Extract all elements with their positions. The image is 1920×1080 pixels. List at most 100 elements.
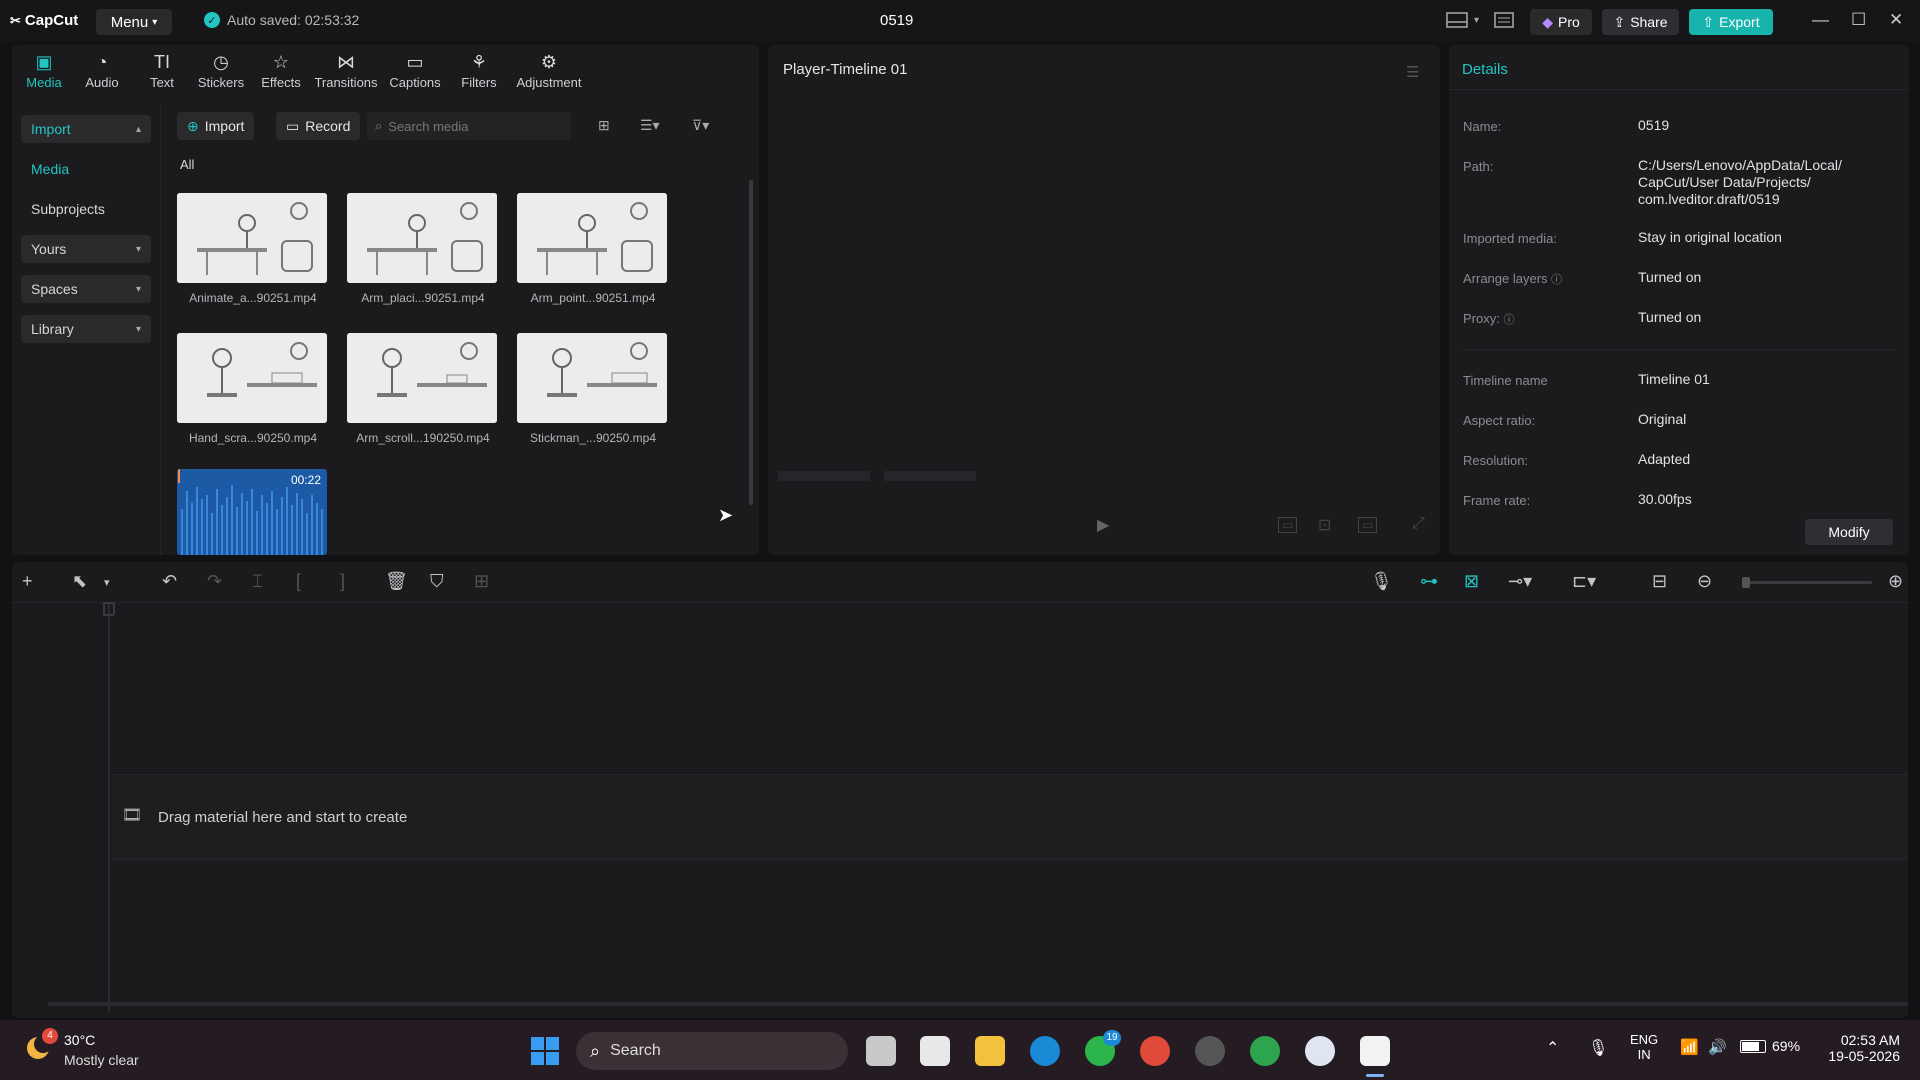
media-item[interactable]: Arm_placi...90251.mp4 xyxy=(347,193,499,305)
grid-view-icon[interactable]: ⊞ xyxy=(598,117,610,134)
chevron-up-icon[interactable]: ⌃ xyxy=(1546,1038,1559,1058)
media-item[interactable]: Arm_scroll...190250.mp4 xyxy=(347,333,499,445)
record-button[interactable]: ▭ Record xyxy=(276,112,361,140)
play-icon[interactable]: ▶ xyxy=(1097,515,1109,535)
detail-label: Resolution: xyxy=(1463,453,1529,468)
player-menu-icon[interactable]: ☰ xyxy=(1406,63,1419,81)
media-item[interactable]: Arm_point...90251.mp4 xyxy=(517,193,669,305)
link-icon[interactable]: ⊸▾ xyxy=(1508,571,1532,592)
tab-filters[interactable]: ⚘ Filters xyxy=(449,51,509,97)
sidebar-item-import[interactable]: Import ▴ xyxy=(21,115,151,143)
tab-text[interactable]: TI Text xyxy=(133,51,191,97)
tab-media[interactable]: ▣ Media xyxy=(17,51,71,97)
pro-button[interactable]: ◆ Pro xyxy=(1530,9,1592,35)
split-icon[interactable]: ⌶ xyxy=(252,571,263,592)
media-item[interactable]: Stickman_...90250.mp4 xyxy=(517,333,669,445)
taskbar-search[interactable]: ⌕ Search xyxy=(576,1032,848,1070)
info-icon[interactable]: ⓘ xyxy=(1551,274,1562,286)
chrome-icon[interactable] xyxy=(1140,1036,1170,1066)
volume-icon[interactable]: 🔊 xyxy=(1708,1038,1727,1056)
info-icon[interactable]: ⓘ xyxy=(1503,314,1514,326)
sidebar-item-library[interactable]: Library ▾ xyxy=(21,315,151,343)
clock[interactable]: 02:53 AM 19-05-2026 xyxy=(1816,1032,1900,1064)
fit-timeline-icon[interactable]: ⊟ xyxy=(1652,571,1667,592)
fullscreen-icon[interactable]: ⤢ xyxy=(1412,515,1425,533)
vpn-shield-icon[interactable] xyxy=(1305,1036,1335,1066)
freeze-icon[interactable]: ⊞ xyxy=(474,571,489,592)
playhead-handle[interactable] xyxy=(103,602,115,616)
search-media-input[interactable]: ⌕ Search media xyxy=(367,112,571,140)
tab-stickers[interactable]: ◷ Stickers xyxy=(191,51,251,97)
maximize-icon[interactable]: ☐ xyxy=(1851,10,1866,30)
tab-effects[interactable]: ☆ Effects xyxy=(251,51,311,97)
sort-icon[interactable]: ☰▾ xyxy=(640,117,660,134)
tab-transitions[interactable]: ⋈ Transitions xyxy=(311,51,381,97)
effects-star-icon: ☆ xyxy=(272,52,290,72)
delete-icon[interactable]: 🗑 xyxy=(385,571,408,592)
sidebar-item-media[interactable]: Media xyxy=(21,155,151,183)
obs-studio-icon[interactable] xyxy=(1195,1036,1225,1066)
tab-captions[interactable]: ▭ Captions xyxy=(381,51,449,97)
filter-icon[interactable]: ⊽▾ xyxy=(692,117,709,134)
media-item[interactable]: Animate_a...90251.mp4 xyxy=(177,193,329,305)
tab-adjustment[interactable]: ⚙ Adjustment xyxy=(509,51,589,97)
edge-browser-icon[interactable] xyxy=(1030,1036,1060,1066)
ratio-icon[interactable]: ▭ xyxy=(1358,517,1378,533)
snapshot-icon[interactable]: ⊡ xyxy=(1318,515,1331,535)
language-indicator[interactable]: ENG IN xyxy=(1630,1032,1658,1062)
menu-button[interactable]: Menu ▾ xyxy=(96,9,172,35)
audio-item[interactable]: 00:22 xyxy=(177,469,327,555)
sidebar-item-spaces[interactable]: Spaces ▾ xyxy=(21,275,151,303)
microphone-icon[interactable]: 🎙 xyxy=(1370,571,1393,592)
modify-button[interactable]: Modify xyxy=(1805,519,1893,545)
layout-icon[interactable] xyxy=(1446,12,1468,32)
sidebar-item-subprojects[interactable]: Subprojects xyxy=(21,195,151,223)
sidebar-item-yours[interactable]: Yours ▾ xyxy=(21,235,151,263)
share-button[interactable]: ⇪ Share xyxy=(1602,9,1679,35)
detail-value: Turned on xyxy=(1638,269,1702,285)
capcut-taskbar-icon[interactable] xyxy=(1360,1036,1390,1066)
add-icon[interactable]: + xyxy=(22,571,33,592)
preview-axis-icon[interactable]: ⊏▾ xyxy=(1572,571,1596,592)
timeline-drop-zone[interactable]: 🎞 Drag material here and start to create xyxy=(112,774,1908,860)
undo-icon[interactable]: ↶ xyxy=(162,571,177,592)
main-track-magnet-icon[interactable]: ⊶ xyxy=(1420,571,1438,592)
trim-right-icon[interactable]: ] xyxy=(340,571,345,592)
microphone-icon[interactable]: 🎙 xyxy=(1588,1038,1608,1058)
sidebar-divider xyxy=(160,105,161,555)
trim-left-icon[interactable]: [ xyxy=(296,571,301,592)
shortcuts-icon[interactable] xyxy=(1494,12,1514,32)
timeline-scrollbar[interactable] xyxy=(48,1002,1908,1006)
zoom-slider-handle[interactable] xyxy=(1742,577,1750,588)
select-cursor-icon[interactable]: ⬉ xyxy=(72,571,87,592)
marker-shield-icon[interactable]: ⛉ xyxy=(430,571,444,592)
full-quality-icon[interactable]: ▭ xyxy=(1278,517,1298,533)
zoom-out-icon[interactable]: ⊖ xyxy=(1697,571,1712,592)
chevron-down-icon[interactable]: ▾ xyxy=(1474,15,1479,26)
share-label: Share xyxy=(1630,14,1668,30)
file-explorer-icon[interactable] xyxy=(975,1036,1005,1066)
microsoft-store-icon[interactable] xyxy=(920,1036,950,1066)
playhead[interactable] xyxy=(108,602,110,1012)
task-view-icon[interactable] xyxy=(866,1036,896,1066)
weather-widget[interactable]: 4 xyxy=(20,1028,58,1066)
media-scrollbar[interactable] xyxy=(749,180,753,505)
battery-icon[interactable] xyxy=(1740,1040,1766,1053)
zoom-in-icon[interactable]: ⊕ xyxy=(1888,571,1903,592)
chevron-down-icon: ▾ xyxy=(135,243,141,255)
close-icon[interactable]: ✕ xyxy=(1889,10,1903,30)
chevron-down-icon[interactable]: ▾ xyxy=(104,576,110,589)
whatsapp-icon[interactable]: 19 xyxy=(1085,1030,1121,1066)
zoom-slider[interactable] xyxy=(1742,577,1872,588)
tab-audio[interactable]: ◔ Audio xyxy=(71,51,133,97)
windows-start-icon[interactable] xyxy=(530,1036,560,1066)
redo-icon[interactable]: ↷ xyxy=(207,571,222,592)
tab-label: Captions xyxy=(389,75,441,90)
wifi-icon[interactable]: 📶 xyxy=(1680,1038,1699,1056)
minimize-icon[interactable]: — xyxy=(1812,10,1829,30)
chrome-profile-icon[interactable] xyxy=(1250,1036,1280,1066)
auto-snap-icon[interactable]: ⊠ xyxy=(1464,571,1479,592)
import-button[interactable]: ⊕ Import xyxy=(177,112,255,140)
export-button[interactable]: ⇧ Export xyxy=(1689,9,1773,35)
media-item[interactable]: Hand_scra...90250.mp4 xyxy=(177,333,329,445)
